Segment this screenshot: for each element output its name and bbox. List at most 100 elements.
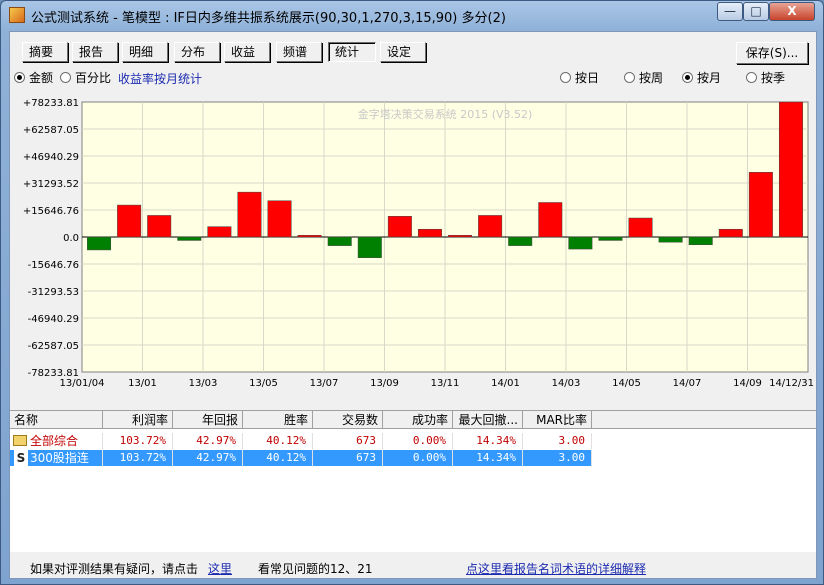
radio-amount[interactable]: 金额 [14,70,53,86]
y-tick-label: +46940.29 [23,152,79,163]
radio-by-quarter-label: 按季 [761,71,786,85]
x-tick-label: 13/03 [189,378,218,389]
tab-spectrum[interactable]: 频谱 [276,42,322,62]
loss-bar [357,236,382,258]
header-max-drawdown[interactable]: 最大回撤... [453,411,523,429]
radio-dot-icon [746,72,757,83]
footer-faq-text: 看常见问题的12、21 [258,562,373,576]
profit-bar [448,235,473,238]
row-cell: 673 [313,433,383,449]
table-row-selected[interactable]: S 300股指连续 103.72% 42.97% 40.12% 673 0.00… [10,450,592,481]
tab-statistics[interactable]: 统计 [328,42,376,62]
header-trades[interactable]: 交易数 [313,411,383,429]
row-name: 全部综合 [10,433,103,449]
radio-by-quarter[interactable]: 按季 [746,70,785,86]
tab-summary[interactable]: 摘要 [22,42,68,62]
row-name: 300股指连续 [10,450,103,481]
row-cell: 3.00 [523,450,592,466]
title-bar[interactable]: 公式测试系统 - 笔模型 : IF日内多维共振系统展示(90,30,1,270,… [1,1,823,29]
x-tick-label: 13/05 [249,378,278,389]
row-cell: 103.72% [103,450,173,466]
row-cell: 0.00% [383,433,453,449]
x-tick-label: 13/01/04 [60,378,105,389]
close-button[interactable]: X [769,2,815,21]
profit-bar [628,217,653,238]
monthly-return-link[interactable]: 收益率按月统计 [118,70,202,87]
header-name[interactable]: 名称 [10,411,103,429]
profit-bar [748,172,773,238]
x-tick-label: 13/07 [310,378,339,389]
row-cell: 14.34% [453,450,523,466]
footer-bar: 如果对评测结果有疑问，请点击 这里 看常见问题的12、21 点这里看报告名词术语… [10,556,816,578]
x-tick-label: 14/03 [552,378,581,389]
loss-bar [177,236,202,241]
row-cell: 40.12% [243,450,313,466]
table-row[interactable]: 全部综合 103.72% 42.97% 40.12% 673 0.00% 14.… [10,433,592,449]
row-cell: 42.97% [173,433,243,449]
watermark-text: 金字塔决策交易系统 2015 (V3.52) [358,107,533,121]
header-win-rate[interactable]: 胜率 [243,411,313,429]
window-title: 公式测试系统 - 笔模型 : IF日内多维共振系统展示(90,30,1,270,… [31,11,506,26]
y-tick-label: +31293.52 [23,179,79,190]
row-cell: 673 [313,450,383,466]
app-window: 公式测试系统 - 笔模型 : IF日内多维共振系统展示(90,30,1,270,… [0,0,824,585]
profit-bar [267,200,292,238]
loss-bar [508,236,533,246]
radio-by-day[interactable]: 按日 [560,70,599,86]
radio-dot-icon [14,72,25,83]
tab-settings[interactable]: 设定 [380,42,426,62]
x-tick-label: 14/07 [673,378,702,389]
loss-bar [568,236,593,250]
y-tick-label: +15646.76 [23,206,79,217]
radio-dot-icon [682,72,693,83]
x-tick-label: 13/01 [128,378,157,389]
footer-here-link[interactable]: 这里 [208,560,232,577]
x-tick-label: 14/01 [491,378,520,389]
table-header: 名称 利润率 年回报 胜率 交易数 成功率 最大回撤... MAR比率 [10,411,816,429]
header-profit-rate[interactable]: 利润率 [103,411,173,429]
header-success-rate[interactable]: 成功率 [383,411,453,429]
profit-bar [117,204,142,238]
tab-profit[interactable]: 收益 [224,42,270,62]
row-cell: 40.12% [243,433,313,449]
radio-by-week-label: 按周 [639,71,664,85]
loss-bar [688,236,713,246]
profit-bar [237,191,262,238]
y-tick-label: -62587.05 [28,341,79,352]
radio-percent-label: 百分比 [75,71,112,85]
radio-by-month[interactable]: 按月 [682,70,721,86]
x-tick-label: 14/09 [733,378,762,389]
profit-bar [718,228,743,238]
tab-detail[interactable]: 明细 [122,42,168,62]
loss-bar [87,236,112,251]
radio-dot-icon [60,72,71,83]
y-tick-label: -15646.76 [28,260,79,271]
loss-bar [658,236,683,243]
radio-by-week[interactable]: 按周 [624,70,663,86]
tab-report[interactable]: 报告 [72,42,118,62]
radio-amount-label: 金额 [29,71,54,85]
y-tick-label: -31293.53 [28,287,79,298]
profit-bar [147,215,172,238]
y-tick-label: 0.0 [63,233,79,244]
footer-detail-link[interactable]: 点这里看报告名词术语的详细解释 [466,560,646,577]
x-tick-label: 13/11 [431,378,460,389]
header-mar-ratio[interactable]: MAR比率 [523,411,592,429]
profit-bar [387,216,412,238]
row-cell: 14.34% [453,433,523,449]
y-tick-label: +62587.05 [23,125,79,136]
profit-bar [417,228,442,238]
profit-bar [207,226,232,238]
tab-distribution[interactable]: 分布 [174,42,220,62]
loss-bar [598,236,623,241]
save-button[interactable]: 保存(S)... [736,42,808,64]
y-tick-label: -46940.29 [28,314,79,325]
header-annual-return[interactable]: 年回报 [173,411,243,429]
maximize-button[interactable]: □ [743,2,769,21]
radio-by-month-label: 按月 [697,71,722,85]
x-tick-label: 13/09 [370,378,399,389]
stats-table: 名称 利润率 年回报 胜率 交易数 成功率 最大回撤... MAR比率 全部综合… [10,410,816,552]
radio-percent[interactable]: 百分比 [60,70,111,86]
x-tick-label: 14/12/31 [769,378,814,389]
minimize-button[interactable]: — [717,2,743,21]
